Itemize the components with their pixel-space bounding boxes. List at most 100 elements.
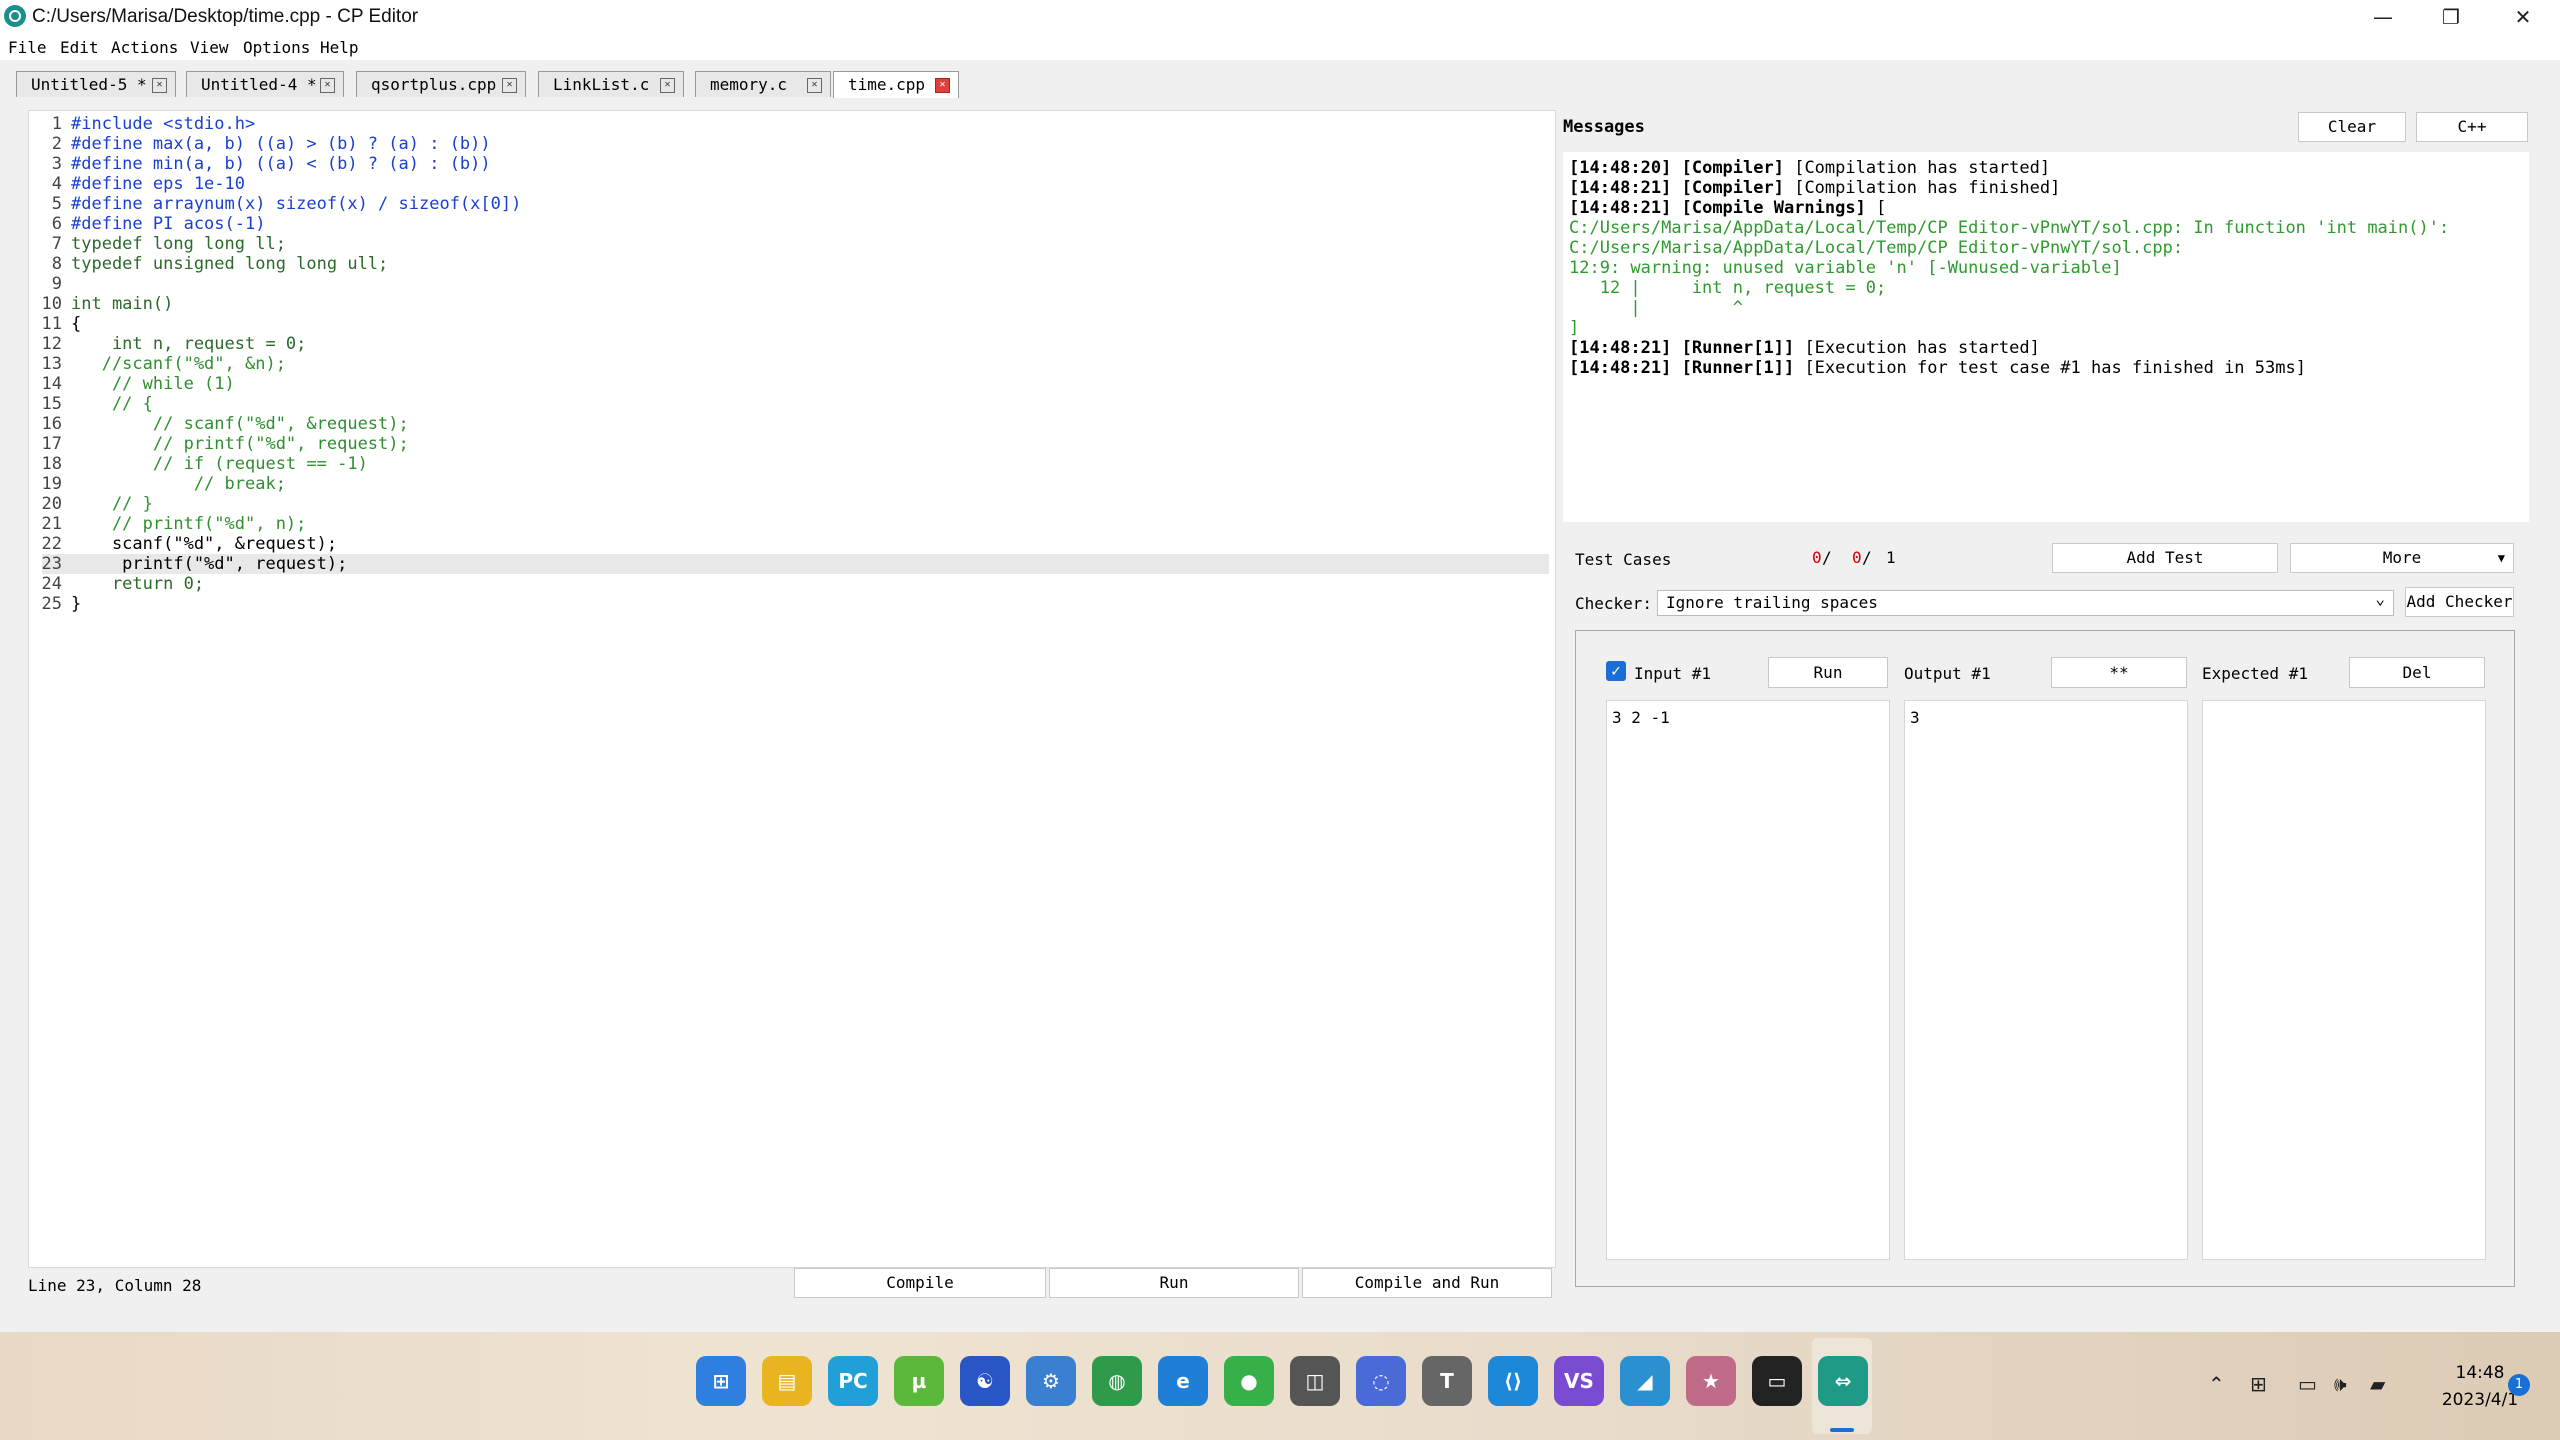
tab-qsortplus[interactable]: qsortplus.cpp ✕ — [356, 71, 526, 97]
cp-editor-icon[interactable]: ⇔ — [1818, 1356, 1868, 1406]
tab-untitled-4[interactable]: Untitled-4 * ✕ — [186, 71, 344, 97]
run-button[interactable]: Run — [1049, 1268, 1299, 1298]
cursor-position: Line 23, Column 28 — [28, 1276, 202, 1295]
active-app-indicator — [1830, 1428, 1854, 1432]
cat-icon[interactable]: ◫ — [1290, 1356, 1340, 1406]
language-button[interactable]: C++ — [2416, 112, 2528, 142]
add-checker-button[interactable]: Add Checker — [2405, 587, 2514, 617]
message-line: C:/Users/Marisa/AppData/Local/Temp/CP Ed… — [1569, 238, 2183, 258]
code-text: int main() — [71, 294, 174, 314]
start-icon[interactable]: ⊞ — [696, 1356, 746, 1406]
utorrent-icon[interactable]: µ — [894, 1356, 944, 1406]
delete-test-button[interactable]: Del — [2349, 657, 2485, 688]
pycharm-icon[interactable]: PC — [828, 1356, 878, 1406]
message-text: [Compilation has started] — [1783, 158, 2051, 178]
notification-badge[interactable]: 1 — [2508, 1374, 2530, 1396]
volume-icon[interactable]: 🕪 — [2334, 1372, 2347, 1396]
menu-options[interactable]: Options — [243, 38, 310, 57]
message-text: 12:9: warning: unused variable 'n' [-Wun… — [1569, 258, 2122, 278]
taskbar — [0, 1332, 2560, 1440]
vscode-icon[interactable]: ⟨⟩ — [1488, 1356, 1538, 1406]
visual-studio-icon[interactable]: VS — [1554, 1356, 1604, 1406]
restore-icon[interactable]: ❐ — [2418, 0, 2484, 34]
battery-icon[interactable]: ▰ — [2370, 1372, 2385, 1396]
close-icon[interactable]: ✕ — [935, 78, 950, 93]
typora-icon[interactable]: T — [1422, 1356, 1472, 1406]
menu-view[interactable]: View — [190, 38, 229, 57]
close-icon[interactable]: ✕ — [152, 78, 167, 93]
message-line: [14:48:21] [Runner[1]] [Execution has st… — [1569, 338, 2040, 358]
total-count: 1 — [1886, 548, 1896, 567]
close-icon[interactable]: ✕ — [502, 78, 517, 93]
run-test-button[interactable]: Run — [1768, 657, 1888, 688]
menu-actions[interactable]: Actions — [111, 38, 178, 57]
menu-help[interactable]: Help — [320, 38, 359, 57]
chevron-up-icon[interactable]: ⌃ — [2208, 1372, 2225, 1396]
dropdown-arrow-icon: ▼ — [2497, 551, 2505, 565]
line-number: 9 — [51, 274, 62, 294]
menu-file[interactable]: File — [8, 38, 47, 57]
close-icon[interactable]: ✕ — [660, 78, 675, 93]
tab-untitled-5[interactable]: Untitled-5 * ✕ — [16, 71, 176, 97]
edge-icon[interactable]: e — [1158, 1356, 1208, 1406]
tab-label: LinkList.c — [553, 75, 650, 94]
compile-button[interactable]: Compile — [794, 1268, 1046, 1298]
message-text: 12 | int n, request = 0; — [1569, 278, 1887, 298]
line-number: 11 — [41, 314, 62, 334]
menu-edit[interactable]: Edit — [60, 38, 99, 57]
window-title: C:/Users/Marisa/Desktop/time.cpp - CP Ed… — [32, 6, 419, 27]
diff-button[interactable]: ** — [2051, 657, 2187, 688]
close-icon[interactable]: ✕ — [320, 78, 335, 93]
expected-textarea[interactable] — [2202, 700, 2486, 1260]
code-text: { — [71, 314, 82, 334]
message-source: [Runner[1]] — [1681, 338, 1795, 358]
code-text: typedef long long ll; — [71, 234, 286, 254]
line-number: 5 — [51, 194, 62, 214]
message-line: [14:48:21] [Compiler] [Compilation has f… — [1569, 178, 2060, 198]
message-line: 12 | int n, request = 0; — [1569, 278, 1887, 298]
more-dropdown[interactable]: More ▼ — [2290, 543, 2514, 573]
anime-avatar-icon[interactable]: ★ — [1686, 1356, 1736, 1406]
tab-linklist[interactable]: LinkList.c ✕ — [538, 71, 684, 97]
dolphin-icon[interactable]: ◢ — [1620, 1356, 1670, 1406]
line-number: 18 — [41, 454, 62, 474]
code-text: // break; — [71, 474, 286, 494]
tab-label: Untitled-4 * — [201, 75, 317, 94]
input-textarea[interactable]: 3 2 -1 — [1606, 700, 1890, 1260]
message-text: | ^ — [1569, 298, 1743, 318]
file-explorer-icon[interactable]: ▤ — [762, 1356, 812, 1406]
network-icon[interactable]: ▭ — [2298, 1372, 2317, 1396]
clear-messages-button[interactable]: Clear — [2298, 112, 2406, 142]
close-icon[interactable]: ✕ — [2490, 0, 2556, 34]
checker-select[interactable]: Ignore trailing spaces — [1657, 587, 2394, 616]
message-text: [Execution has started] — [1794, 338, 2040, 358]
message-line: 12:9: warning: unused variable 'n' [-Wun… — [1569, 258, 2122, 278]
globe-icon[interactable]: ◍ — [1092, 1356, 1142, 1406]
line-number: 19 — [41, 474, 62, 494]
compile-and-run-button[interactable]: Compile and Run — [1302, 1268, 1552, 1298]
more-label: More — [2382, 548, 2422, 567]
settings-gear-icon[interactable]: ⚙ — [1026, 1356, 1076, 1406]
terminal-icon[interactable]: ▭ — [1752, 1356, 1802, 1406]
circle-app-icon[interactable]: ◌ — [1356, 1356, 1406, 1406]
add-test-button[interactable]: Add Test — [2052, 543, 2278, 573]
tab-label: Untitled-5 * — [31, 75, 147, 94]
code-text: // while (1) — [71, 374, 235, 394]
line-number: 3 — [51, 154, 62, 174]
output-textarea[interactable]: 3 — [1904, 700, 2188, 1260]
message-time: [14:48:21] — [1569, 358, 1672, 378]
message-source: [Compiler] — [1681, 158, 1784, 178]
wechat-icon[interactable]: ● — [1224, 1356, 1274, 1406]
taiji-icon[interactable]: ☯ — [960, 1356, 1010, 1406]
code-text: #define PI acos(-1) — [71, 214, 266, 234]
tab-time[interactable]: time.cpp ✕ — [833, 71, 959, 98]
close-icon[interactable]: ✕ — [807, 78, 822, 93]
code-text: //scanf("%d", &n); — [71, 354, 286, 374]
test-cases-label: Test Cases — [1575, 550, 1672, 569]
code-text: int n, request = 0; — [71, 334, 307, 354]
code-editor[interactable] — [28, 110, 1556, 1268]
minimize-icon[interactable]: — — [2350, 0, 2416, 34]
tab-memory[interactable]: memory.c ✕ — [695, 71, 831, 97]
ime-icon[interactable]: ⊞ — [2250, 1372, 2267, 1396]
input-checkbox[interactable]: ✓ — [1606, 661, 1626, 681]
